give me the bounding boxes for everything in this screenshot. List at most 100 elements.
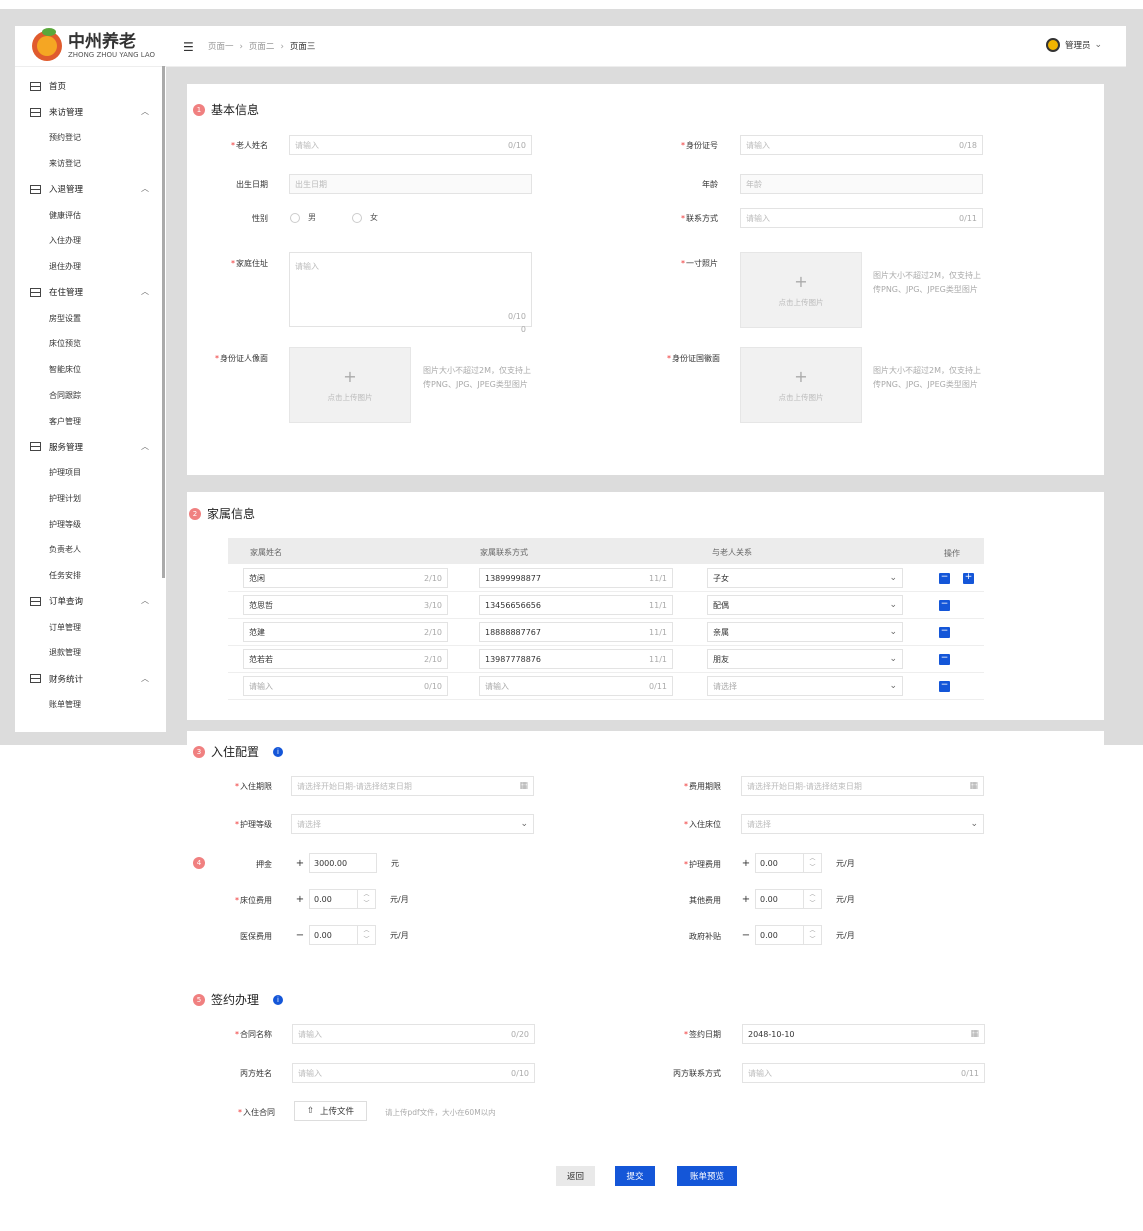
- step-badge: 3: [193, 745, 205, 758]
- sidebar-item[interactable]: 智能床位: [15, 357, 166, 383]
- chevron-down-icon: ⌄: [889, 627, 897, 637]
- sidebar-item[interactable]: 订单管理: [15, 614, 166, 640]
- party-c-name-label: 丙方姓名: [240, 1069, 272, 1078]
- upload-hint: 请上传pdf文件，大小在60M以内: [385, 1108, 496, 1117]
- family-name-input[interactable]: 请输入 0/10: [243, 676, 448, 696]
- breadcrumb-item[interactable]: 页面一: [208, 42, 234, 52]
- sidebar-group[interactable]: 服务管理 ︿: [15, 434, 166, 460]
- sidebar-group[interactable]: 财务统计 ︿: [15, 666, 166, 692]
- medical-fee-stepper[interactable]: −0.00 ︿ ﹀ 元/月: [291, 925, 409, 945]
- party-c-contact-input[interactable]: 请输入 0/11: [742, 1063, 985, 1083]
- stepper-arrows-icon[interactable]: ︿ ﹀: [803, 926, 821, 944]
- remove-row-button[interactable]: −: [939, 627, 950, 638]
- sidebar-item[interactable]: 护理计划: [15, 486, 166, 512]
- nursing-fee-stepper[interactable]: +0.00 ︿ ﹀ 元/月: [737, 853, 855, 873]
- upload-icon: ⇧: [306, 1106, 315, 1116]
- id-back-upload[interactable]: + 点击上传图片: [740, 347, 862, 423]
- family-name-input[interactable]: 范若若 2/10: [243, 649, 448, 669]
- submit-button[interactable]: 提交: [615, 1166, 655, 1186]
- elder-name-input[interactable]: 请输入 0/10: [289, 135, 532, 155]
- sidebar-group[interactable]: 来访管理 ︿: [15, 99, 166, 125]
- bed-select[interactable]: 请选择 ⌄: [741, 814, 984, 834]
- sidebar-scrollbar[interactable]: [162, 66, 165, 578]
- user-menu[interactable]: 管理员 ⌄: [1046, 38, 1102, 52]
- sidebar-item[interactable]: 护理项目: [15, 460, 166, 486]
- chevron-down-icon: ⌄: [889, 654, 897, 664]
- bed-fee-stepper[interactable]: +0.00 ︿ ﹀ 元/月: [291, 889, 409, 909]
- family-name-input[interactable]: 范建 2/10: [243, 622, 448, 642]
- sidebar-group[interactable]: 首页: [15, 73, 166, 99]
- remove-row-button[interactable]: −: [939, 681, 950, 692]
- stepper-arrows-icon[interactable]: ︿ ﹀: [357, 926, 375, 944]
- stepper-arrows-icon[interactable]: ︿ ﹀: [803, 854, 821, 872]
- contact-input[interactable]: 请输入 0/11: [740, 208, 983, 228]
- other-fee-stepper[interactable]: +0.00 ︿ ﹀ 元/月: [737, 889, 855, 909]
- sidebar-group[interactable]: 订单查询 ︿: [15, 588, 166, 614]
- sidebar-group[interactable]: 在住管理 ︿: [15, 279, 166, 305]
- col-actions: 操作: [944, 549, 960, 558]
- sidebar-item[interactable]: 账单管理: [15, 692, 166, 718]
- period-range-picker[interactable]: 请选择开始日期-请选择结束日期 ▦: [291, 776, 534, 796]
- sidebar-item[interactable]: 护理等级: [15, 511, 166, 537]
- chevron-up-icon: ︿: [141, 184, 149, 194]
- gender-female-radio[interactable]: 女: [352, 212, 378, 223]
- relation-select[interactable]: 子女 ⌄: [707, 568, 903, 588]
- care-level-select[interactable]: 请选择 ⌄: [291, 814, 534, 834]
- sidebar-item[interactable]: 任务安排: [15, 563, 166, 589]
- chevron-right-icon: ›: [239, 42, 243, 52]
- photo-upload[interactable]: + 点击上传图片: [740, 252, 862, 328]
- family-phone-input[interactable]: 18888887767 11/1: [479, 622, 673, 642]
- party-c-name-input[interactable]: 请输入 0/10: [292, 1063, 535, 1083]
- sidebar-item[interactable]: 预约登记: [15, 125, 166, 151]
- sidebar-item[interactable]: 合同跟踪: [15, 383, 166, 409]
- breadcrumb-item[interactable]: 页面二: [249, 42, 275, 52]
- fee-period-label: *费用期限: [684, 782, 721, 791]
- contact-label: *联系方式: [681, 214, 718, 223]
- sidebar-item[interactable]: 来访登记: [15, 151, 166, 177]
- remove-row-button[interactable]: −: [939, 654, 950, 665]
- stepper-arrows-icon[interactable]: ︿ ﹀: [357, 890, 375, 908]
- top-bar: ☰ 页面一 › 页面二 › 页面三 管理员 ⌄: [166, 26, 1126, 67]
- address-count: 0/10 0: [508, 312, 526, 334]
- relation-select[interactable]: 配偶 ⌄: [707, 595, 903, 615]
- gov-subsidy-stepper[interactable]: −0.00 ︿ ﹀ 元/月: [737, 925, 855, 945]
- sidebar-item[interactable]: 床位预览: [15, 331, 166, 357]
- sidebar-item[interactable]: 房型设置: [15, 305, 166, 331]
- remove-row-button[interactable]: −: [939, 600, 950, 611]
- info-icon[interactable]: i: [273, 746, 284, 757]
- deposit-input[interactable]: +3000.00 元: [291, 853, 399, 873]
- sidebar-group[interactable]: 入退管理 ︿: [15, 176, 166, 202]
- fee-period-range-picker[interactable]: 请选择开始日期-请选择结束日期 ▦: [741, 776, 984, 796]
- stepper-arrows-icon[interactable]: ︿ ﹀: [803, 890, 821, 908]
- bill-preview-button[interactable]: 账单预览: [677, 1166, 737, 1186]
- family-name-input[interactable]: 范思哲 3/10: [243, 595, 448, 615]
- sidebar-item[interactable]: 退住办理: [15, 254, 166, 280]
- add-row-button[interactable]: +: [963, 573, 974, 584]
- sidebar-item[interactable]: 退款管理: [15, 640, 166, 666]
- family-phone-input[interactable]: 13987778876 11/1: [479, 649, 673, 669]
- relation-select[interactable]: 请选择 ⌄: [707, 676, 903, 696]
- back-button[interactable]: 返回: [556, 1166, 595, 1186]
- address-textarea[interactable]: 请输入: [289, 252, 532, 327]
- upload-file-button[interactable]: ⇧ 上传文件: [294, 1101, 367, 1121]
- family-phone-input[interactable]: 13899998877 11/1: [479, 568, 673, 588]
- remove-row-button[interactable]: −: [939, 573, 950, 584]
- id-number-input[interactable]: 请输入 0/18: [740, 135, 983, 155]
- id-front-upload[interactable]: + 点击上传图片: [289, 347, 411, 423]
- sidebar-item[interactable]: 客户管理: [15, 408, 166, 434]
- sidebar-item[interactable]: 负责老人: [15, 537, 166, 563]
- chevron-up-icon: ︿: [141, 596, 149, 606]
- sign-date-picker[interactable]: 2048-10-10 ▦: [742, 1024, 985, 1044]
- family-phone-input[interactable]: 13456656656 11/1: [479, 595, 673, 615]
- relation-select[interactable]: 亲属 ⌄: [707, 622, 903, 642]
- user-name: 管理员: [1065, 41, 1091, 51]
- contract-name-input[interactable]: 请输入 0/20: [292, 1024, 535, 1044]
- family-name-input[interactable]: 范闲 2/10: [243, 568, 448, 588]
- gender-male-radio[interactable]: 男: [290, 212, 316, 223]
- info-icon[interactable]: i: [273, 994, 284, 1005]
- family-phone-input[interactable]: 请输入 0/11: [479, 676, 673, 696]
- menu-toggle-icon[interactable]: ☰: [183, 40, 194, 54]
- relation-select[interactable]: 朋友 ⌄: [707, 649, 903, 669]
- sidebar-item[interactable]: 入住办理: [15, 228, 166, 254]
- sidebar-item[interactable]: 健康评估: [15, 202, 166, 228]
